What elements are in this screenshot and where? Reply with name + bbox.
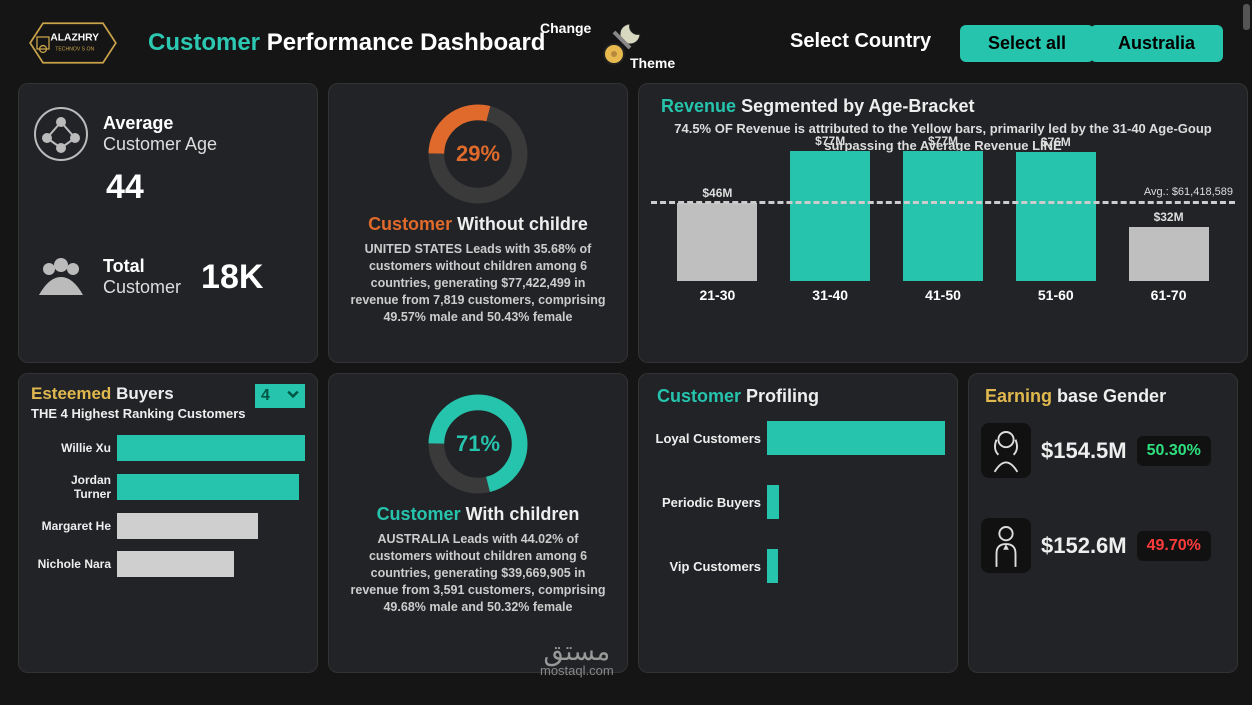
bar-category-label: 51-60 <box>1038 287 1074 303</box>
esteemed-name: Jordan Turner <box>31 473 111 501</box>
donut-with-children-card: 71% Customer With children AUSTRALIA Lea… <box>328 373 628 673</box>
donut2-description: AUSTRALIA Leads with 44.02% of customers… <box>341 531 615 615</box>
donut2-pct: 71% <box>423 389 533 499</box>
brand-text: ALAZHRY <box>50 32 99 43</box>
profiling-bar <box>767 549 778 583</box>
profiling-row: Periodic Buyers <box>651 485 945 519</box>
profiling-bar <box>767 421 945 455</box>
donut-without-children-card: 29% Customer Without childre UNITED STAT… <box>328 83 628 363</box>
bar-category-label: 61-70 <box>1151 287 1187 303</box>
revenue-title: Revenue Segmented by Age-Bracket <box>661 96 1235 117</box>
male-earning-pct: 49.70% <box>1137 531 1211 561</box>
profiling-bar-area <box>767 485 945 519</box>
bar-value-label: $32M <box>1154 210 1184 224</box>
bar-value-label: $46M <box>702 186 732 200</box>
country-button-australia[interactable]: Australia <box>1090 25 1223 62</box>
avg-age-sublabel: Customer Age <box>103 134 217 155</box>
revenue-bar-chart: Avg.: $61,418,589 $46M21-30$77M31-40$77M… <box>651 163 1235 333</box>
esteemed-bar-bg <box>117 513 305 539</box>
theme-label: Theme <box>630 55 675 71</box>
bar-value-label: $77M <box>815 134 845 148</box>
profiling-row: Loyal Customers <box>651 421 945 455</box>
esteemed-bar <box>117 435 305 461</box>
revenue-bar-31-40: $77M 31-40 <box>785 134 875 303</box>
gender-row-female: $154.5M 50.30% <box>981 423 1225 478</box>
total-customer-label: Total <box>103 256 181 277</box>
donut2-title: Customer With children <box>341 504 615 525</box>
select-country-label: Select Country <box>790 30 931 53</box>
avg-revenue-line: Avg.: $61,418,589 <box>651 201 1235 204</box>
total-customer-value: 18K <box>201 258 263 297</box>
donut1-pct: 29% <box>423 99 533 209</box>
profiling-name: Vip Customers <box>651 559 761 574</box>
female-earning-pct: 50.30% <box>1137 436 1211 466</box>
male-earning-value: $152.6M <box>1041 533 1127 559</box>
profiling-name: Loyal Customers <box>651 431 761 446</box>
revenue-by-age-card: Revenue Segmented by Age-Bracket 74.5% O… <box>638 83 1248 363</box>
svg-text:TECHNOV S ON: TECHNOV S ON <box>55 47 94 53</box>
profiling-bar-area <box>767 421 945 455</box>
esteemed-bar <box>117 551 234 577</box>
total-customer-sublabel: Customer <box>103 277 181 298</box>
donut1-description: UNITED STATES Leads with 35.68% of custo… <box>341 241 615 325</box>
esteemed-name: Willie Xu <box>31 441 111 455</box>
esteemed-bar-bg <box>117 474 305 500</box>
bar-rect <box>1129 227 1209 281</box>
bar-value-label: $77M <box>928 134 958 148</box>
bar-value-label: $76M <box>1041 135 1071 149</box>
donut-chart-with-children: 71% <box>423 389 533 499</box>
avg-age-value: 44 <box>106 168 305 207</box>
change-label: Change <box>540 20 591 36</box>
revenue-bar-61-70: $32M 61-70 <box>1124 210 1214 303</box>
chevron-down-icon <box>287 387 299 405</box>
male-icon <box>981 518 1031 573</box>
revenue-bar-41-50: $77M 41-50 <box>898 134 988 303</box>
profiling-bar-area <box>767 549 945 583</box>
esteemed-name: Nichole Nara <box>31 557 111 571</box>
profiling-name: Periodic Buyers <box>651 495 761 510</box>
page-title: Customer Performance Dashboard <box>148 29 545 57</box>
customer-profiling-card: Customer Profiling Loyal Customers Period… <box>638 373 958 673</box>
esteemed-row: Margaret He <box>31 513 305 539</box>
female-earning-value: $154.5M <box>1041 438 1127 464</box>
brand-logo: ALAZHRY TECHNOV S ON <box>18 13 128 73</box>
avg-revenue-label: Avg.: $61,418,589 <box>1144 186 1233 198</box>
profiling-bar <box>767 485 779 519</box>
donut1-title: Customer Without childre <box>341 214 615 235</box>
profiling-title: Customer Profiling <box>657 386 945 407</box>
esteemed-name: Margaret He <box>31 519 111 533</box>
select-all-button[interactable]: Select all <box>960 25 1094 62</box>
bar-rect <box>790 151 870 281</box>
revenue-bar-51-60: $76M 51-60 <box>1011 135 1101 302</box>
gender-row-male: $152.6M 49.70% <box>981 518 1225 573</box>
esteemed-bar <box>117 513 258 539</box>
gender-title: Earning base Gender <box>985 386 1225 407</box>
earning-gender-card: Earning base Gender $154.5M 50.30% <box>968 373 1238 673</box>
esteemed-row: Willie Xu <box>31 435 305 461</box>
bar-rect <box>903 151 983 281</box>
bar-rect <box>1016 152 1096 280</box>
bar-category-label: 41-50 <box>925 287 961 303</box>
people-group-icon <box>31 247 91 307</box>
bar-category-label: 21-30 <box>699 287 735 303</box>
bar-category-label: 31-40 <box>812 287 848 303</box>
esteemed-subtitle: THE 4 Highest Ranking Customers <box>31 406 305 421</box>
scrollbar[interactable] <box>1243 4 1250 30</box>
profiling-row: Vip Customers <box>651 549 945 583</box>
kpi-card: Average Customer Age 44 Total Customer <box>18 83 318 363</box>
esteemed-row: Nichole Nara <box>31 551 305 577</box>
esteemed-bar-bg <box>117 551 305 577</box>
esteemed-bar <box>117 474 299 500</box>
network-people-icon <box>31 104 91 164</box>
esteemed-buyers-card: Esteemed Buyers 4 THE 4 Highest Ranking … <box>18 373 318 673</box>
esteemed-count-dropdown[interactable]: 4 <box>255 384 305 408</box>
donut-chart-without-children: 29% <box>423 99 533 209</box>
esteemed-row: Jordan Turner <box>31 473 305 501</box>
esteemed-bar-bg <box>117 435 305 461</box>
avg-age-label: Average <box>103 113 217 134</box>
female-icon <box>981 423 1031 478</box>
bar-rect <box>677 203 757 281</box>
